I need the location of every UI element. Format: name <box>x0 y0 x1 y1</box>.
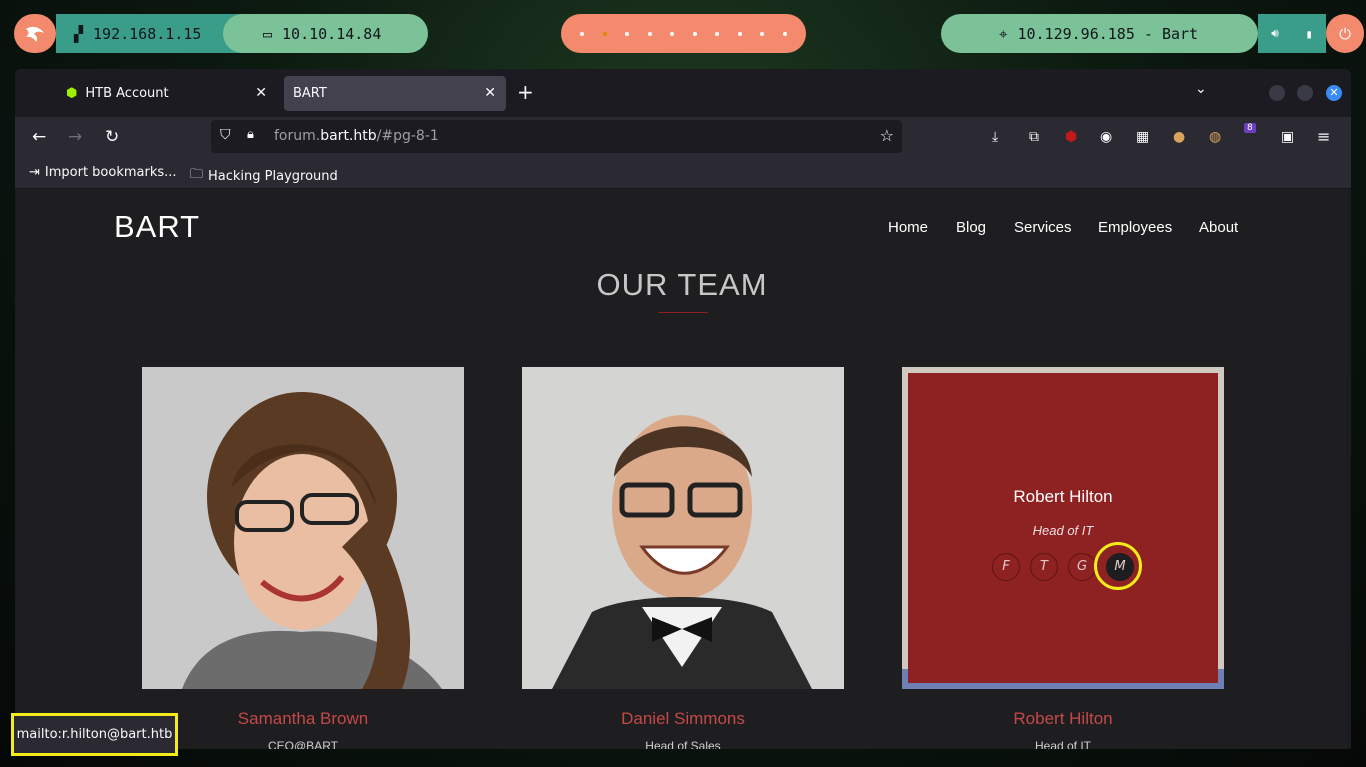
cookie-editor-icon[interactable]: ◍ <box>1209 129 1221 145</box>
system-tray[interactable]: 🔊︎ ▮ <box>1258 14 1326 53</box>
close-tab-icon[interactable]: ✕ <box>484 85 496 101</box>
workspace-dot[interactable] <box>715 31 720 36</box>
extensions-icon[interactable]: ⧉ <box>1029 129 1039 145</box>
local-ip-text: 192.168.1.15 <box>93 24 202 43</box>
page-content: BART Home Blog Services Employees About … <box>17 189 1347 749</box>
url-text[interactable]: forum.bart.htb/#pg-8-1 <box>274 128 439 144</box>
twitter-link-icon[interactable]: T <box>1030 553 1058 581</box>
vpn-ip-indicator: ▭ 10.10.14.84 <box>223 14 428 53</box>
laptop-icon: ▭ <box>263 24 273 43</box>
workspace-dot[interactable] <box>737 31 742 36</box>
status-bar-link: mailto:r.hilton@bart.htb <box>11 713 178 756</box>
qr-code-icon[interactable]: ▦ <box>1136 129 1149 145</box>
workspace-dot[interactable] <box>580 31 585 36</box>
browser-window: ⬢ HTB Account ✕ BART ✕ + ⌄ ✕ ← → ↻ ⛉ 🔒︎ … <box>15 69 1351 749</box>
workspace-dot[interactable] <box>625 31 630 36</box>
workspace-dot-active[interactable] <box>602 31 607 36</box>
crosshair-icon: ⌖ <box>999 24 1008 43</box>
target-indicator: ⌖ 10.129.96.185 - Bart <box>941 14 1258 53</box>
workspace-dot[interactable] <box>760 31 765 36</box>
import-bookmarks-item[interactable]: ⇥ Import bookmarks... <box>29 165 177 180</box>
target-text: 10.129.96.185 - Bart <box>1017 24 1199 43</box>
samantha-photo <box>142 367 464 689</box>
forward-button[interactable]: → <box>68 127 82 147</box>
daniel-photo <box>522 367 844 689</box>
workspace-switcher[interactable] <box>561 14 806 53</box>
workspace-dot[interactable] <box>647 31 652 36</box>
kali-dragon-icon <box>26 26 44 42</box>
workspace-dot[interactable] <box>670 31 675 36</box>
nav-about[interactable]: About <box>1199 219 1238 236</box>
downloads-icon[interactable]: ⤓ <box>992 129 998 145</box>
extension-badge[interactable]: 8 <box>1244 123 1256 133</box>
member-role: CEO@BART <box>268 739 338 749</box>
facebook-link-icon[interactable]: F <box>992 553 1020 581</box>
htb-cube-icon: ⬢ <box>66 86 78 101</box>
navigation-toolbar: ← → ↻ ⛉ 🔒︎ forum.bart.htb/#pg-8-1 ☆ ⤓ ⧉ … <box>15 117 1351 159</box>
ublock-icon[interactable]: ⬢ <box>1065 129 1077 145</box>
tab-label: BART <box>293 86 327 101</box>
new-tab-button[interactable]: + <box>517 80 534 104</box>
overlay-role: Head of IT <box>1032 523 1094 538</box>
team-card-samantha[interactable] <box>142 367 464 689</box>
url-bar[interactable]: ⛉ 🔒︎ forum.bart.htb/#pg-8-1 ☆ <box>211 120 902 153</box>
import-bookmarks-label: Import bookmarks... <box>44 165 177 180</box>
section-title: OUR TEAM <box>596 267 768 302</box>
list-all-tabs-button[interactable]: ⌄ <box>1195 81 1207 97</box>
hacking-playground-label: Hacking Playground <box>208 168 338 184</box>
cookie-icon[interactable]: ● <box>1173 129 1185 145</box>
nav-blog[interactable]: Blog <box>956 219 986 236</box>
hacking-playground-folder[interactable]: 🗀 Hacking Playground <box>190 165 338 187</box>
site-brand[interactable]: BART <box>114 209 200 245</box>
nav-employees[interactable]: Employees <box>1098 219 1172 236</box>
tab-bar: ⬢ HTB Account ✕ BART ✕ + ⌄ ✕ <box>15 69 1351 117</box>
member-role: Head of IT <box>1034 739 1092 749</box>
folder-icon: 🗀 <box>190 167 204 182</box>
back-button[interactable]: ← <box>32 127 46 147</box>
team-card-daniel[interactable] <box>522 367 844 689</box>
volume-icon[interactable]: 🔊︎ <box>1271 26 1279 41</box>
reload-button[interactable]: ↻ <box>105 127 119 147</box>
kali-menu-button[interactable] <box>14 14 56 53</box>
member-name[interactable]: Samantha Brown <box>142 709 464 729</box>
member-role: Head of Sales <box>645 739 721 749</box>
nav-home[interactable]: Home <box>888 219 928 236</box>
team-card-robert[interactable]: Robert Hilton Head of IT F T G M <box>902 367 1224 689</box>
tab-bart[interactable]: BART ✕ <box>284 76 506 111</box>
member-name[interactable]: Robert Hilton <box>902 709 1224 729</box>
power-icon: ⏻ <box>1339 24 1351 43</box>
tab-label: HTB Account <box>85 86 169 101</box>
close-tab-icon[interactable]: ✕ <box>255 85 267 101</box>
bookmarks-toolbar: ⇥ Import bookmarks... 🗀 Hacking Playgrou… <box>15 159 1351 189</box>
google-link-icon[interactable]: G <box>1068 553 1096 581</box>
power-button[interactable]: ⏻ <box>1326 14 1364 53</box>
vpn-ip-text: 10.10.14.84 <box>282 24 382 43</box>
overlay-name: Robert Hilton <box>1013 487 1113 506</box>
shield-icon[interactable]: ⛉ <box>220 127 231 143</box>
close-window-button[interactable]: ✕ <box>1326 85 1342 101</box>
highlight-ring <box>1094 542 1142 590</box>
import-icon: ⇥ <box>29 165 40 180</box>
title-divider <box>658 312 708 313</box>
workspace-dot[interactable] <box>692 31 697 36</box>
network-icon: ▞ <box>74 24 84 43</box>
tab-htb-account[interactable]: ⬢ HTB Account ✕ <box>52 76 277 111</box>
nav-services[interactable]: Services <box>1014 219 1072 236</box>
workspace-dot[interactable] <box>782 31 787 36</box>
battery-icon: ▮ <box>1305 26 1313 41</box>
spy-glasses-icon[interactable]: ◉ <box>1100 129 1112 145</box>
member-name[interactable]: Daniel Simmons <box>522 709 844 729</box>
lock-icon[interactable]: 🔒︎ <box>247 127 254 142</box>
menu-icon[interactable]: ≡ <box>1317 127 1330 146</box>
maximize-button[interactable] <box>1297 85 1313 101</box>
container-icon[interactable]: ▣ <box>1281 129 1294 145</box>
minimize-button[interactable] <box>1269 85 1285 101</box>
hover-overlay[interactable]: Robert Hilton Head of IT F T G M <box>908 373 1218 683</box>
bookmark-star-icon[interactable]: ☆ <box>880 126 894 145</box>
